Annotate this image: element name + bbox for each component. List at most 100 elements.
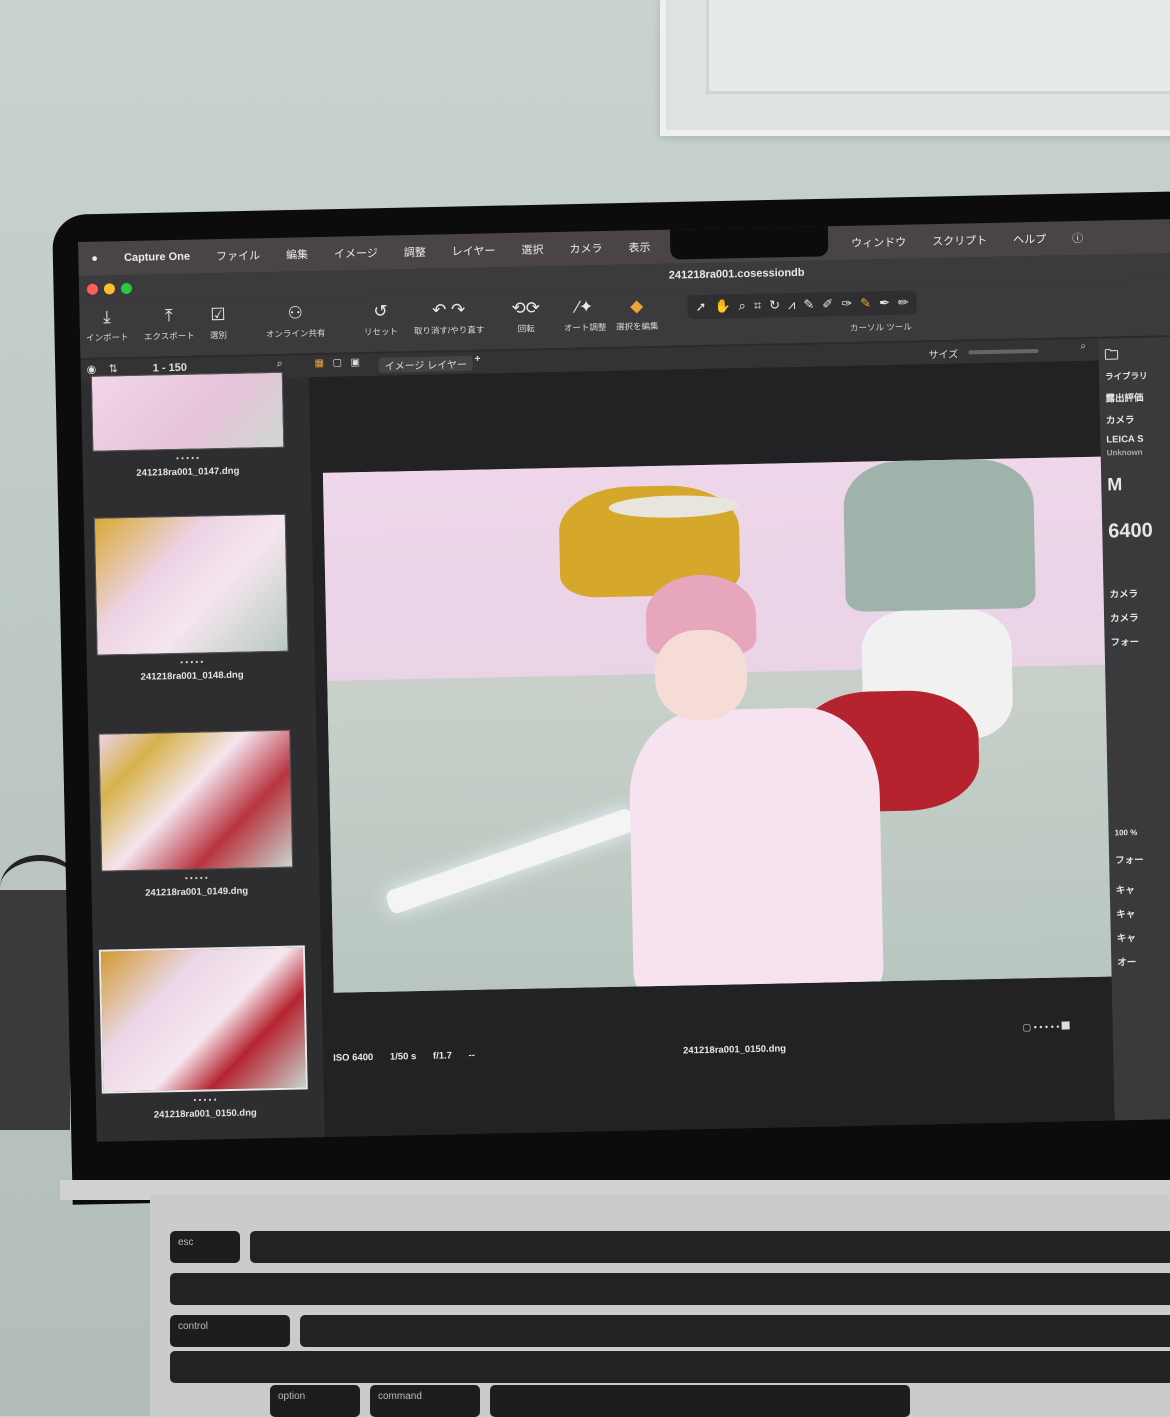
space-bar[interactable]	[490, 1385, 910, 1417]
option-key[interactable]: option	[270, 1385, 360, 1417]
menu-item-adjust[interactable]: 調整	[404, 244, 426, 260]
camera-tool[interactable]: カメラ	[1106, 412, 1135, 427]
import-icon: ⤓	[102, 307, 111, 327]
eye-icon[interactable]: ◉	[87, 363, 97, 376]
size-label: サイズ	[928, 349, 959, 362]
focus-tool-2[interactable]: フォー	[1115, 852, 1144, 867]
crop-icon[interactable]: ⌗	[754, 298, 762, 314]
menu-item-select[interactable]: 選択	[521, 241, 543, 257]
camera-tool-2[interactable]: カメラ	[1109, 586, 1139, 601]
thumbnail-filename: 241218ra001_0149.dng	[145, 885, 249, 899]
library-tab[interactable]: ライブラリ	[1105, 370, 1148, 383]
browser-search-icon[interactable]: ⌕	[276, 358, 282, 371]
grid-view-icon[interactable]: ▦	[314, 358, 324, 369]
exposure-comp: --	[468, 1049, 476, 1061]
annotate-icon[interactable]: ✏	[898, 295, 909, 311]
auto-adjust-button[interactable]: ⁄✦ オート調整	[563, 293, 607, 334]
menu-item-camera[interactable]: カメラ	[569, 240, 602, 257]
add-layer-icon[interactable]: +	[474, 354, 480, 365]
focus-tool[interactable]: フォー	[1110, 634, 1140, 649]
undo-redo-button[interactable]: ↶ ↷ 取り消す/やり直す	[413, 296, 485, 337]
color-tag[interactable]	[1061, 1021, 1071, 1030]
eraser-icon[interactable]: ✐	[822, 296, 833, 312]
control-key[interactable]: control	[170, 1315, 290, 1347]
close-window-button[interactable]	[86, 283, 99, 295]
thumbnail-rating[interactable]: • • • • •	[97, 656, 287, 669]
shutter-value: 1/50 s	[389, 1051, 417, 1063]
menu-item-scripts[interactable]: スクリプト	[932, 232, 987, 249]
thumbnail-0148[interactable]: • • • • • 241218ra001_0148.dng	[93, 513, 289, 684]
thumbnail-filename: 241218ra001_0148.dng	[140, 669, 244, 683]
sort-icon[interactable]: ⇅	[109, 362, 118, 375]
main-photo[interactable]	[322, 455, 1150, 993]
thumbnail-0149[interactable]: • • • • • 241218ra001_0149.dng	[98, 729, 294, 900]
stack-icon: ◆	[629, 296, 644, 316]
camera-model: LEICA S	[1106, 433, 1144, 446]
thumbnail-rating[interactable]: • • • • •	[102, 1093, 308, 1106]
capture-tool-3[interactable]: キャ	[1117, 930, 1136, 944]
folder-icon[interactable]: 🗀	[1104, 344, 1118, 368]
single-view-icon[interactable]: ▢	[332, 357, 342, 368]
image-layer-select[interactable]: イメージ レイヤー	[378, 355, 474, 373]
reset-button[interactable]: ↺ リセット	[363, 297, 398, 338]
keyboard: esc control option command	[150, 1195, 1170, 1417]
image-viewer: ISO 6400 1/50 s f/1.7 -- 241218ra001_015…	[308, 360, 1150, 1138]
viewer-search-icon[interactable]: ⌕	[1080, 341, 1086, 352]
other-tool[interactable]: オー	[1117, 954, 1136, 968]
edit-selection-button[interactable]: ◆ 選択を編集	[615, 292, 659, 333]
menu-app-name[interactable]: Capture One	[124, 251, 190, 264]
iso-readout: 6400	[1108, 519, 1154, 543]
qwerty-row	[170, 1273, 1170, 1305]
laptop-screen: ● Capture One ファイル 編集 イメージ 調整 レイヤー 選択 カメ…	[78, 219, 1170, 1142]
thumbnail-0150-selected[interactable]: • • • • • 241218ra001_0150.dng	[98, 945, 309, 1121]
select-cursor-icon[interactable]: ➚	[695, 299, 706, 315]
menu-item-view[interactable]: 表示	[628, 239, 650, 255]
users-warning-icon: ⚇	[287, 303, 304, 323]
exposure-mode: M	[1107, 474, 1123, 495]
capture-tool-1[interactable]: キャ	[1116, 882, 1135, 896]
reset-icon: ↺	[373, 301, 388, 321]
brush-icon[interactable]: ✎	[803, 297, 814, 313]
rotate-button[interactable]: ⟲⟳ 回転	[511, 294, 540, 335]
menu-item-file[interactable]: ファイル	[216, 247, 260, 264]
keystone-icon[interactable]: ⩘	[788, 297, 796, 313]
zoom-slider[interactable]	[968, 348, 1039, 355]
thumbnail-rating[interactable]: • • • • •	[101, 872, 291, 885]
menu-item-help[interactable]: ヘルプ	[1013, 231, 1046, 248]
command-key[interactable]: command	[370, 1385, 480, 1417]
minimize-window-button[interactable]	[103, 283, 116, 295]
pan-hand-icon[interactable]: ✋	[714, 298, 731, 314]
exif-bar: ISO 6400 1/50 s f/1.7 --	[333, 1050, 489, 1064]
active-brush-icon[interactable]: ✎	[860, 295, 871, 311]
picker-icon[interactable]: ✒	[879, 295, 890, 311]
zoom-window-button[interactable]	[120, 282, 133, 295]
exposure-rating-tool[interactable]: 露出評価	[1105, 390, 1143, 405]
filmstrip-icon[interactable]: ▣	[350, 357, 360, 368]
menu-item-image[interactable]: イメージ	[334, 245, 378, 262]
capture-tool-2[interactable]: キャ	[1116, 906, 1135, 920]
menu-item-layer[interactable]: レイヤー	[452, 242, 496, 259]
wall-picture-frame	[660, 0, 1170, 136]
thumbnail-0147[interactable]: • • • • • 241218ra001_0147.dng	[90, 371, 285, 480]
gradient-icon[interactable]: ✑	[841, 296, 852, 312]
process-button[interactable]: ☑ 選別	[209, 301, 227, 341]
checklist-icon: ☑	[210, 304, 226, 325]
viewer-rating[interactable]: ▢ • • • • •	[1023, 1021, 1071, 1033]
menu-item-edit[interactable]: 編集	[286, 246, 308, 262]
export-button[interactable]: ⤒ エクスポート	[143, 302, 195, 343]
menu-item-window[interactable]: ウィンドウ	[851, 234, 906, 251]
cursor-tools-label: カーソル ツール	[849, 321, 912, 333]
export-icon: ⤒	[164, 306, 173, 326]
camera-tool-3[interactable]: カメラ	[1110, 610, 1139, 625]
loupe-icon[interactable]: ⌕	[738, 298, 746, 314]
zoom-readout: 100 %	[1114, 827, 1138, 838]
import-button[interactable]: ⤓ インポート	[85, 303, 129, 344]
rotate-tool-icon[interactable]: ↻	[769, 297, 780, 313]
apple-icon[interactable]: ●	[91, 253, 98, 265]
thumbnail-rating[interactable]: • • • • •	[92, 452, 282, 465]
status-info-icon[interactable]: ⓘ	[1072, 230, 1083, 246]
cursor-tools-group: ➚ ✋ ⌕ ⌗ ↻ ⩘ ✎ ✐ ✑ ✎ ✒ ✏	[687, 290, 918, 320]
online-share-button[interactable]: ⚇ オンライン共有	[265, 299, 326, 340]
select-checkbox[interactable]: ▢	[1023, 1022, 1032, 1032]
esc-key[interactable]: esc	[170, 1231, 240, 1263]
